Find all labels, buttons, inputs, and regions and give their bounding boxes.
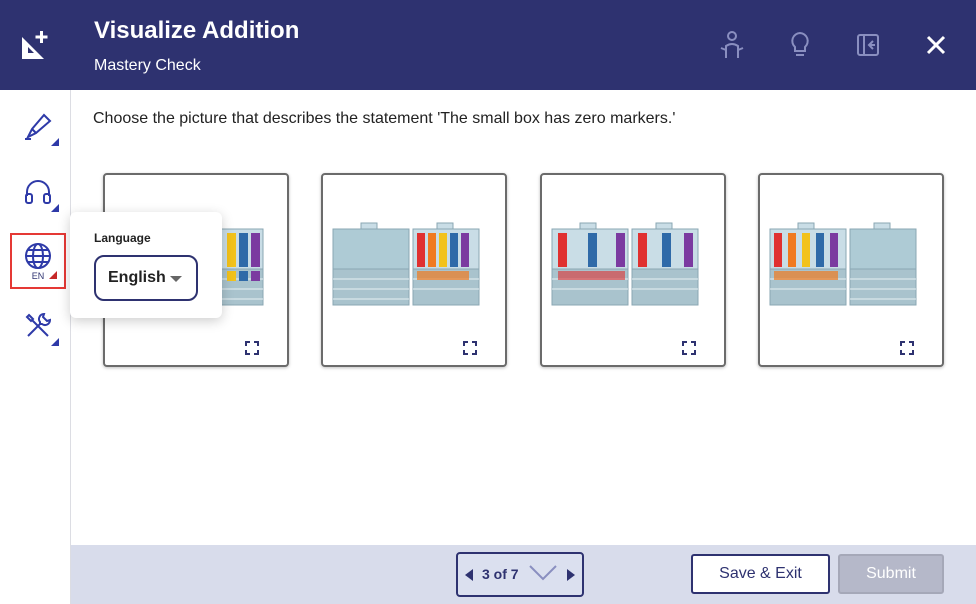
save-exit-button[interactable]: Save & Exit — [691, 554, 830, 594]
marker-boxes-image — [769, 222, 917, 306]
geometry-add-icon — [22, 31, 48, 59]
language-button[interactable]: EN — [10, 233, 66, 289]
reading-person-icon[interactable] — [717, 30, 747, 60]
expand-icon[interactable] — [245, 341, 259, 355]
expand-indicator — [51, 204, 59, 212]
tools-icon — [25, 312, 52, 337]
previous-question-icon[interactable] — [465, 569, 473, 581]
page-indicator: 3 of 7 — [482, 566, 519, 582]
chevron-down-icon[interactable] — [529, 564, 557, 582]
lightbulb-icon[interactable] — [785, 30, 815, 60]
expand-indicator — [49, 271, 57, 279]
marker-boxes-image — [332, 222, 480, 306]
page-title: Visualize Addition — [94, 17, 300, 44]
highlighter-button[interactable] — [10, 98, 66, 154]
answer-option-4[interactable] — [758, 173, 944, 367]
answer-option-3[interactable] — [540, 173, 726, 367]
tools-button[interactable] — [10, 298, 66, 354]
page-subtitle: Mastery Check — [94, 57, 201, 74]
headphones-icon — [25, 180, 51, 204]
app-header: Visualize Addition Mastery Check — [0, 0, 976, 90]
close-icon[interactable] — [921, 30, 951, 60]
audio-button[interactable] — [10, 164, 66, 220]
language-value: English — [108, 269, 166, 286]
globe-icon — [25, 243, 51, 269]
question-text: Choose the picture that describes the st… — [93, 110, 676, 127]
expand-indicator — [51, 338, 59, 346]
footer-bar: 3 of 7 Save & Exit Submit — [71, 545, 976, 604]
caret-down-icon — [170, 276, 182, 282]
expand-icon[interactable] — [463, 341, 477, 355]
marker-boxes-image — [551, 222, 699, 306]
tool-sidebar: EN — [0, 90, 71, 604]
next-question-icon[interactable] — [567, 569, 575, 581]
question-pager: 3 of 7 — [456, 552, 584, 597]
language-label: Language — [94, 231, 151, 245]
expand-icon[interactable] — [682, 341, 696, 355]
language-select[interactable]: English — [94, 255, 198, 301]
expand-indicator — [51, 138, 59, 146]
answer-option-2[interactable] — [321, 173, 507, 367]
collapse-panel-icon[interactable] — [853, 30, 883, 60]
highlighter-icon — [25, 113, 52, 140]
expand-icon[interactable] — [900, 341, 914, 355]
language-popover: Language English — [70, 212, 222, 318]
submit-button[interactable]: Submit — [838, 554, 944, 594]
